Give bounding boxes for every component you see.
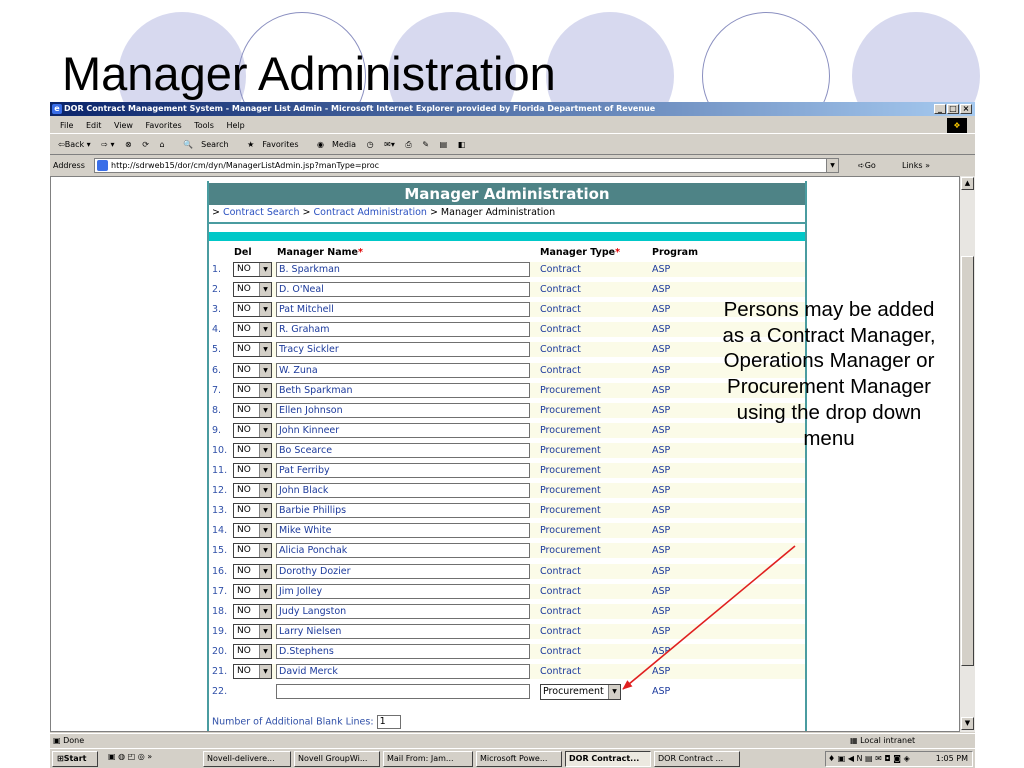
annotation-arrow [622,545,796,690]
arrow-line [622,545,796,690]
slide: Manager Administration e DOR Contract Ma… [0,0,1024,768]
